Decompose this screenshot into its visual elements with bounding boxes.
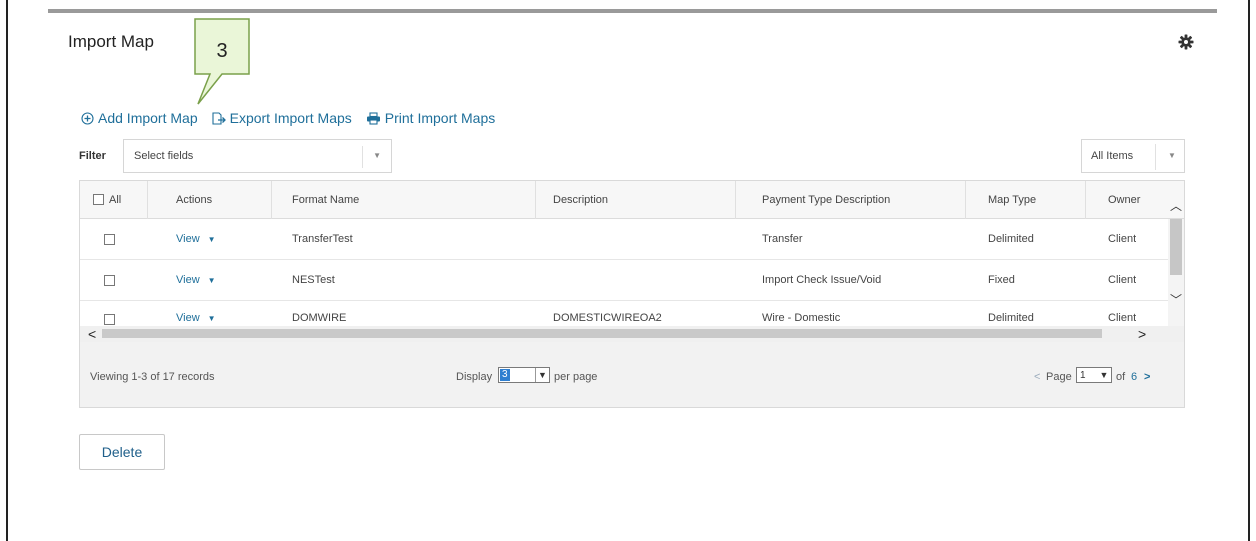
row-actions-menu[interactable]: View ▼ — [176, 219, 216, 259]
print-icon — [366, 111, 380, 125]
chevron-left-icon[interactable]: < — [88, 326, 96, 342]
format-name-cell: NESTest — [292, 274, 335, 286]
table-row[interactable]: View ▼ NESTest Import Check Issue/Void Fi… — [80, 260, 1168, 301]
row-actions-menu[interactable]: View ▼ — [176, 260, 216, 300]
chevron-down-icon: ▼ — [1099, 370, 1109, 380]
payment-type-cell: Import Check Issue/Void — [762, 274, 882, 286]
print-import-maps-link[interactable]: Print Import Maps — [366, 110, 495, 126]
view-link[interactable]: View — [176, 312, 200, 324]
select-all-header: All — [80, 181, 148, 219]
items-filter-select[interactable]: All Items ▼ — [1081, 139, 1185, 173]
caret-down-icon[interactable]: ▼ — [208, 314, 216, 323]
previous-page-icon[interactable]: < — [1034, 371, 1040, 383]
payment-type-cell: Transfer — [762, 233, 803, 245]
format-name-cell: TransferTest — [292, 233, 353, 245]
map-type-cell: Fixed — [988, 274, 1015, 286]
column-header-description[interactable]: Description — [536, 181, 736, 219]
horizontal-scrollbar[interactable]: < > — [80, 326, 1184, 342]
export-import-maps-label: Export Import Maps — [229, 110, 352, 126]
filter-placeholder: Select fields — [134, 150, 194, 162]
filter-fields-select[interactable]: Select fields ▼ — [123, 139, 392, 173]
add-import-map-link[interactable]: Add Import Map — [81, 110, 198, 126]
view-link[interactable]: View — [176, 274, 200, 286]
current-page: 1 — [1080, 370, 1086, 381]
select-divider — [1155, 144, 1156, 170]
gear-icon[interactable] — [1178, 34, 1194, 50]
column-header-payment-type[interactable]: Payment Type Description — [736, 181, 966, 219]
map-type-cell: Delimited — [988, 233, 1034, 245]
page-select[interactable]: 1 ▼ — [1076, 367, 1112, 383]
table-row[interactable]: View ▼ DOMWIRE DOMESTICWIREOA2 Wire - Dom… — [80, 301, 1168, 326]
add-import-map-label: Add Import Map — [98, 110, 198, 126]
column-header-map-type[interactable]: Map Type — [966, 181, 1086, 219]
chevron-down-icon: ▼ — [1168, 151, 1176, 160]
select-all-checkbox[interactable] — [93, 194, 104, 205]
row-checkbox[interactable] — [104, 314, 115, 325]
row-checkbox[interactable] — [104, 234, 115, 245]
column-header-owner[interactable]: Owner — [1086, 181, 1168, 219]
column-header-format-name[interactable]: Format Name — [272, 181, 536, 219]
page-label: Page — [1046, 371, 1072, 383]
chevron-down-icon: ▼ — [535, 368, 549, 382]
step-callout: 3 — [194, 18, 250, 105]
callout-number: 3 — [216, 40, 228, 62]
horizontal-scroll-thumb[interactable] — [102, 329, 1102, 338]
delete-button[interactable]: Delete — [79, 434, 165, 470]
view-link[interactable]: View — [176, 233, 200, 245]
of-label: of — [1116, 371, 1126, 383]
filter-label: Filter — [79, 150, 106, 162]
plus-circle-icon — [81, 111, 94, 125]
print-import-maps-label: Print Import Maps — [384, 110, 496, 126]
column-header-actions[interactable]: Actions — [148, 181, 272, 219]
top-divider — [48, 9, 1217, 13]
total-pages-link[interactable]: 6 — [1131, 371, 1137, 383]
items-filter-value: All Items — [1091, 150, 1134, 162]
row-checkbox[interactable] — [104, 275, 115, 286]
caret-down-icon[interactable]: ▼ — [208, 235, 216, 244]
owner-cell: Client — [1108, 233, 1137, 245]
export-icon — [212, 111, 226, 125]
per-page-label: per page — [554, 371, 598, 383]
table-row[interactable]: View ▼ TransferTest Transfer Delimited Cl… — [80, 219, 1168, 260]
records-count: Viewing 1-3 of 17 records — [90, 371, 215, 383]
owner-cell: Client — [1108, 274, 1137, 286]
import-map-grid: All Actions Format Name Description Paym… — [79, 180, 1185, 408]
chevron-down-icon: ▼ — [373, 151, 381, 160]
export-import-maps-link[interactable]: Export Import Maps — [212, 110, 352, 126]
per-page-value: 3 — [500, 369, 510, 381]
select-divider — [362, 146, 363, 168]
page-title: Import Map — [68, 32, 154, 51]
table-header: All Actions Format Name Description Paym… — [80, 181, 1184, 219]
display-label: Display — [456, 371, 493, 383]
caret-down-icon[interactable]: ▼ — [208, 276, 216, 285]
column-header-all: All — [109, 194, 122, 206]
vertical-scrollbar[interactable]: ︿ ﹀ — [1168, 199, 1184, 339]
action-toolbar: Add Import Map Export Import Maps Print … — [81, 108, 495, 128]
chevron-down-icon[interactable]: ﹀ — [1168, 291, 1184, 308]
next-page-icon[interactable]: > — [1144, 371, 1150, 383]
per-page-select[interactable]: 3 ▼ — [498, 367, 550, 383]
vertical-scroll-thumb[interactable] — [1170, 219, 1182, 275]
chevron-up-icon[interactable]: ︿ — [1168, 197, 1184, 214]
chevron-right-icon[interactable]: > — [1138, 326, 1146, 342]
grid-footer: Viewing 1-3 of 17 records Display 3 ▼ pe… — [80, 347, 1184, 407]
